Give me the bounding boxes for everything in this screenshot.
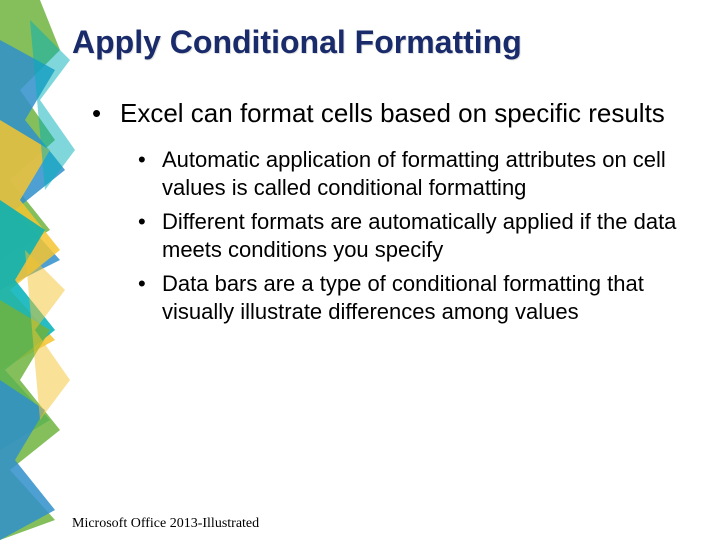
slide-title: Apply Conditional Formatting	[72, 24, 680, 61]
bullet-level2-item: Automatic application of formatting attr…	[162, 146, 680, 202]
bullet-level2-item: Data bars are a type of conditional form…	[162, 270, 680, 326]
bullet-text: Excel can format cells based on specific…	[120, 98, 665, 128]
bullet-level1-item: Excel can format cells based on specific…	[120, 97, 680, 326]
bullet-text: Automatic application of formatting attr…	[162, 147, 666, 200]
bullet-list-level2: Automatic application of formatting attr…	[120, 146, 680, 327]
bullet-text: Data bars are a type of conditional form…	[162, 271, 644, 324]
bullet-text: Different formats are automatically appl…	[162, 209, 676, 262]
bullet-list-level1: Excel can format cells based on specific…	[72, 97, 680, 326]
slide-footer: Microsoft Office 2013-Illustrated	[72, 516, 259, 532]
bullet-level2-item: Different formats are automatically appl…	[162, 208, 680, 264]
slide-content: Apply Conditional Formatting Excel can f…	[0, 0, 720, 326]
